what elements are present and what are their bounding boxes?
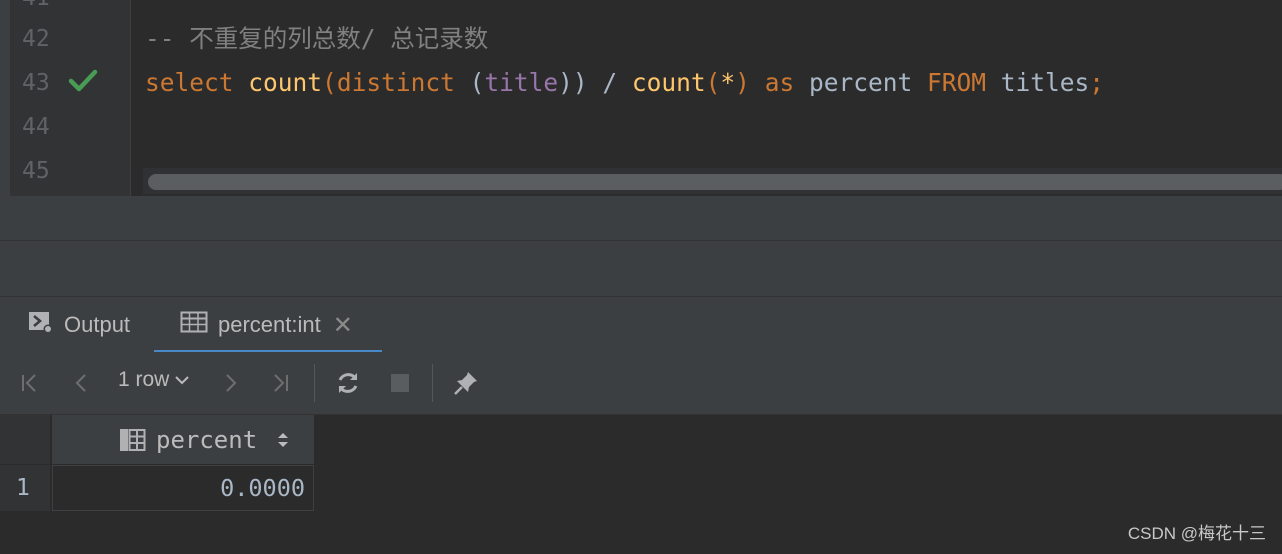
- sql-comment-line: -- 不重复的列总数/ 总记录数: [145, 24, 489, 53]
- left-tool-strip: [0, 0, 10, 196]
- next-page-icon[interactable]: [216, 366, 244, 400]
- sort-icon[interactable]: [275, 429, 291, 451]
- line-number: 41: [22, 0, 62, 13]
- column-icon: [120, 428, 146, 451]
- line-number: 45: [22, 158, 50, 184]
- prev-page-icon[interactable]: [68, 366, 96, 400]
- refresh-icon[interactable]: [332, 366, 364, 400]
- paren: (: [322, 68, 337, 97]
- tab-output[interactable]: Output: [28, 297, 130, 353]
- sql-editor[interactable]: 41 42 43 44 45 -- 不重复的列总数/ 总记录数 select c…: [0, 0, 1282, 196]
- star: *: [720, 68, 736, 97]
- tab-result-percent[interactable]: percent:int ✕: [154, 297, 382, 353]
- results-tab-bar: Output percent:int ✕: [0, 296, 1282, 354]
- execution-success-check-icon[interactable]: [68, 68, 98, 94]
- divider: [0, 240, 1282, 241]
- pin-icon[interactable]: [450, 366, 482, 400]
- line-number: 44: [22, 114, 50, 140]
- keyword-select: select: [145, 68, 234, 97]
- paren: (: [454, 68, 485, 97]
- alias-percent: percent: [794, 68, 927, 97]
- console-icon: [28, 310, 54, 340]
- line-number: 43: [22, 70, 50, 96]
- grid-cell[interactable]: 0.0000: [52, 465, 314, 511]
- grid-corner[interactable]: [0, 415, 50, 464]
- chevron-down-icon: [175, 376, 190, 385]
- panel-splitter[interactable]: [0, 196, 1282, 296]
- keyword-from: FROM: [926, 68, 986, 97]
- tab-output-label: Output: [64, 312, 131, 337]
- sql-statement-line[interactable]: select count(distinct (title)) / count(*…: [145, 68, 1104, 98]
- last-page-icon[interactable]: [266, 366, 294, 400]
- first-page-icon[interactable]: [16, 366, 44, 400]
- line-number-gutter: [0, 0, 130, 196]
- column-header-percent[interactable]: percent: [52, 415, 314, 464]
- row-number[interactable]: 1: [0, 465, 50, 511]
- gutter-divider: [130, 0, 131, 196]
- result-grid[interactable]: percent 1 0.0000 CSDN @梅花十三: [0, 415, 1282, 554]
- horizontal-scrollbar-thumb[interactable]: [148, 174, 1282, 190]
- line-number: 42: [22, 26, 50, 52]
- tab-result-label: percent:int: [218, 312, 321, 337]
- stop-icon[interactable]: [386, 366, 414, 400]
- column-title: title: [484, 68, 559, 97]
- toolbar-separator: [314, 364, 315, 402]
- operator-divide: )) /: [558, 68, 632, 97]
- function-count: count: [248, 68, 323, 97]
- table-titles: titles: [985, 68, 1090, 97]
- row-count-selector[interactable]: 1 row: [118, 368, 191, 392]
- row-count-label: 1 row: [118, 368, 170, 391]
- keyword-as: as: [764, 68, 795, 97]
- function-count: count: [631, 68, 706, 97]
- watermark: CSDN @梅花十三: [1127, 524, 1266, 543]
- paren: (: [705, 68, 721, 97]
- keyword-distinct: distinct: [336, 68, 455, 97]
- toolbar-separator: [432, 364, 433, 402]
- close-icon[interactable]: ✕: [333, 311, 353, 340]
- column-header-label: percent: [156, 425, 258, 454]
- semicolon: ;: [1089, 68, 1105, 97]
- result-toolbar: 1 row: [0, 352, 1282, 415]
- table-icon: [180, 310, 208, 340]
- paren: ): [735, 68, 765, 97]
